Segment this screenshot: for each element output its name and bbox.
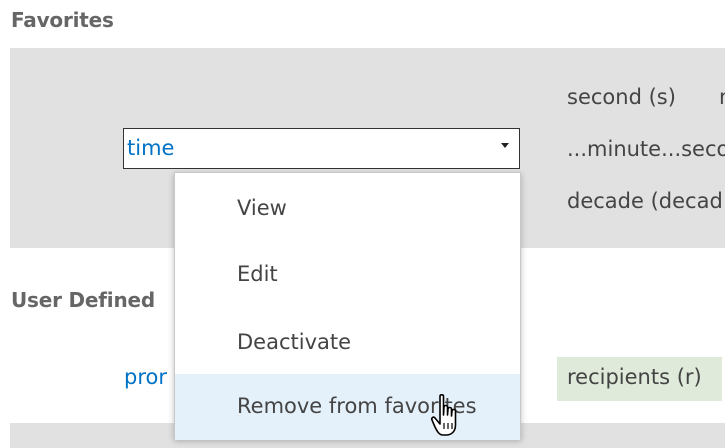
user-defined-link[interactable]: pror: [124, 365, 176, 389]
select-value: time: [127, 136, 175, 160]
unit-item-minute[interactable]: ...minute...seco: [567, 137, 725, 161]
unit-item-decade[interactable]: decade (decad: [567, 189, 723, 213]
menu-item-label: Deactivate: [237, 330, 352, 354]
hand-pointer-icon: [430, 394, 457, 436]
menu-item-label: Edit: [237, 262, 278, 286]
unit-item-cut: m: [719, 85, 725, 109]
favorites-heading: Favorites: [11, 8, 114, 32]
menu-item-deactivate[interactable]: Deactivate: [175, 310, 520, 376]
triangle-down-icon[interactable]: [501, 143, 509, 148]
context-menu: View Edit Deactivate Remove from favorit…: [174, 172, 521, 440]
menu-item-edit[interactable]: Edit: [175, 242, 520, 308]
menu-item-view[interactable]: View: [175, 176, 520, 242]
user-defined-heading: User Defined: [11, 288, 155, 312]
recipients-chip[interactable]: recipients (r): [557, 357, 722, 401]
favorites-select[interactable]: time: [123, 128, 520, 169]
menu-item-label: View: [237, 196, 287, 220]
recipients-label: recipients (r): [567, 365, 702, 389]
menu-item-remove-from-favorites[interactable]: Remove from favorites: [175, 374, 520, 440]
unit-item-second[interactable]: second (s): [567, 85, 676, 109]
